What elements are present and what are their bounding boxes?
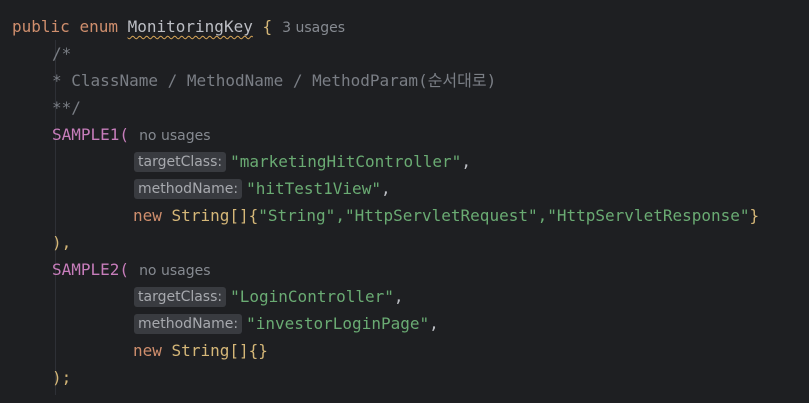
comment-close: **/ bbox=[52, 98, 81, 117]
comment-star: * bbox=[52, 71, 62, 90]
string-method-name: "investorLoginPage" bbox=[246, 314, 430, 333]
code-line-sample2-params[interactable]: new String[]{} bbox=[133, 337, 268, 364]
comma: , bbox=[429, 314, 439, 333]
code-line-enum-declaration[interactable]: public enum MonitoringKey {3 usages bbox=[12, 13, 345, 40]
param-hint-method-name: methodName: bbox=[134, 314, 243, 334]
code-line-sample1-close[interactable]: ), bbox=[52, 229, 71, 256]
code-line-comment-open[interactable]: /* bbox=[52, 40, 71, 67]
string-target-class: "LoginController" bbox=[230, 287, 394, 306]
string-target-class: "marketingHitController" bbox=[230, 152, 462, 171]
keyword-new: new bbox=[133, 341, 162, 360]
string-method-name: "hitTest1View" bbox=[246, 179, 381, 198]
enum-constant-sample2[interactable]: SAMPLE2( bbox=[52, 260, 129, 279]
code-line-sample2[interactable]: SAMPLE2( no usages bbox=[52, 256, 211, 283]
code-line-sample2-target-class[interactable]: targetClass: "LoginController", bbox=[134, 283, 404, 310]
enum-constant-sample1[interactable]: SAMPLE1( bbox=[52, 125, 129, 144]
comma: , bbox=[461, 152, 471, 171]
comma: , bbox=[380, 179, 391, 198]
code-line-sample2-method-name[interactable]: methodName: "investorLoginPage", bbox=[134, 310, 439, 337]
code-line-comment-body[interactable]: * ClassName / MethodName / MethodParam(순… bbox=[52, 67, 496, 94]
keyword-new: new bbox=[133, 206, 162, 225]
keyword-enum: enum bbox=[79, 17, 118, 36]
sample2-usages-hint[interactable]: no usages bbox=[139, 263, 210, 279]
array-empty-braces: {} bbox=[248, 341, 268, 360]
usages-hint[interactable]: 3 usages bbox=[282, 20, 345, 36]
array-open-brace: { bbox=[248, 206, 259, 225]
param-hint-method-name: methodName: bbox=[134, 179, 243, 199]
code-line-sample1[interactable]: SAMPLE1( no usages bbox=[52, 121, 211, 148]
array-close-brace: } bbox=[749, 206, 760, 225]
open-brace: { bbox=[262, 17, 273, 36]
code-line-sample1-target-class[interactable]: targetClass: "marketingHitController", bbox=[134, 148, 471, 175]
enum-name[interactable]: MonitoringKey bbox=[128, 17, 253, 36]
sample1-close: ), bbox=[52, 233, 72, 252]
code-line-sample1-method-name[interactable]: methodName: "hitTest1View", bbox=[134, 175, 391, 202]
code-line-comment-close[interactable]: **/ bbox=[52, 94, 81, 121]
sample1-usages-hint[interactable]: no usages bbox=[139, 128, 210, 144]
array-type: String[] bbox=[171, 206, 249, 225]
code-line-sample2-close[interactable]: ); bbox=[52, 364, 71, 391]
param-hint-target-class: targetClass: bbox=[134, 287, 227, 307]
comment-open: /* bbox=[52, 44, 72, 63]
sample2-close: ); bbox=[52, 368, 72, 387]
string-method-params: "String","HttpServletRequest","HttpServl… bbox=[258, 206, 750, 225]
code-editor[interactable]: public enum MonitoringKey {3 usages /* *… bbox=[0, 0, 809, 403]
comment-text: ClassName / MethodName / MethodParam(순서대… bbox=[71, 71, 497, 90]
comma: , bbox=[393, 287, 404, 306]
keyword-public: public bbox=[12, 17, 70, 36]
code-line-sample1-params[interactable]: new String[]{"String","HttpServletReques… bbox=[133, 202, 759, 229]
array-type: String[] bbox=[171, 341, 249, 360]
param-hint-target-class: targetClass: bbox=[134, 152, 227, 172]
